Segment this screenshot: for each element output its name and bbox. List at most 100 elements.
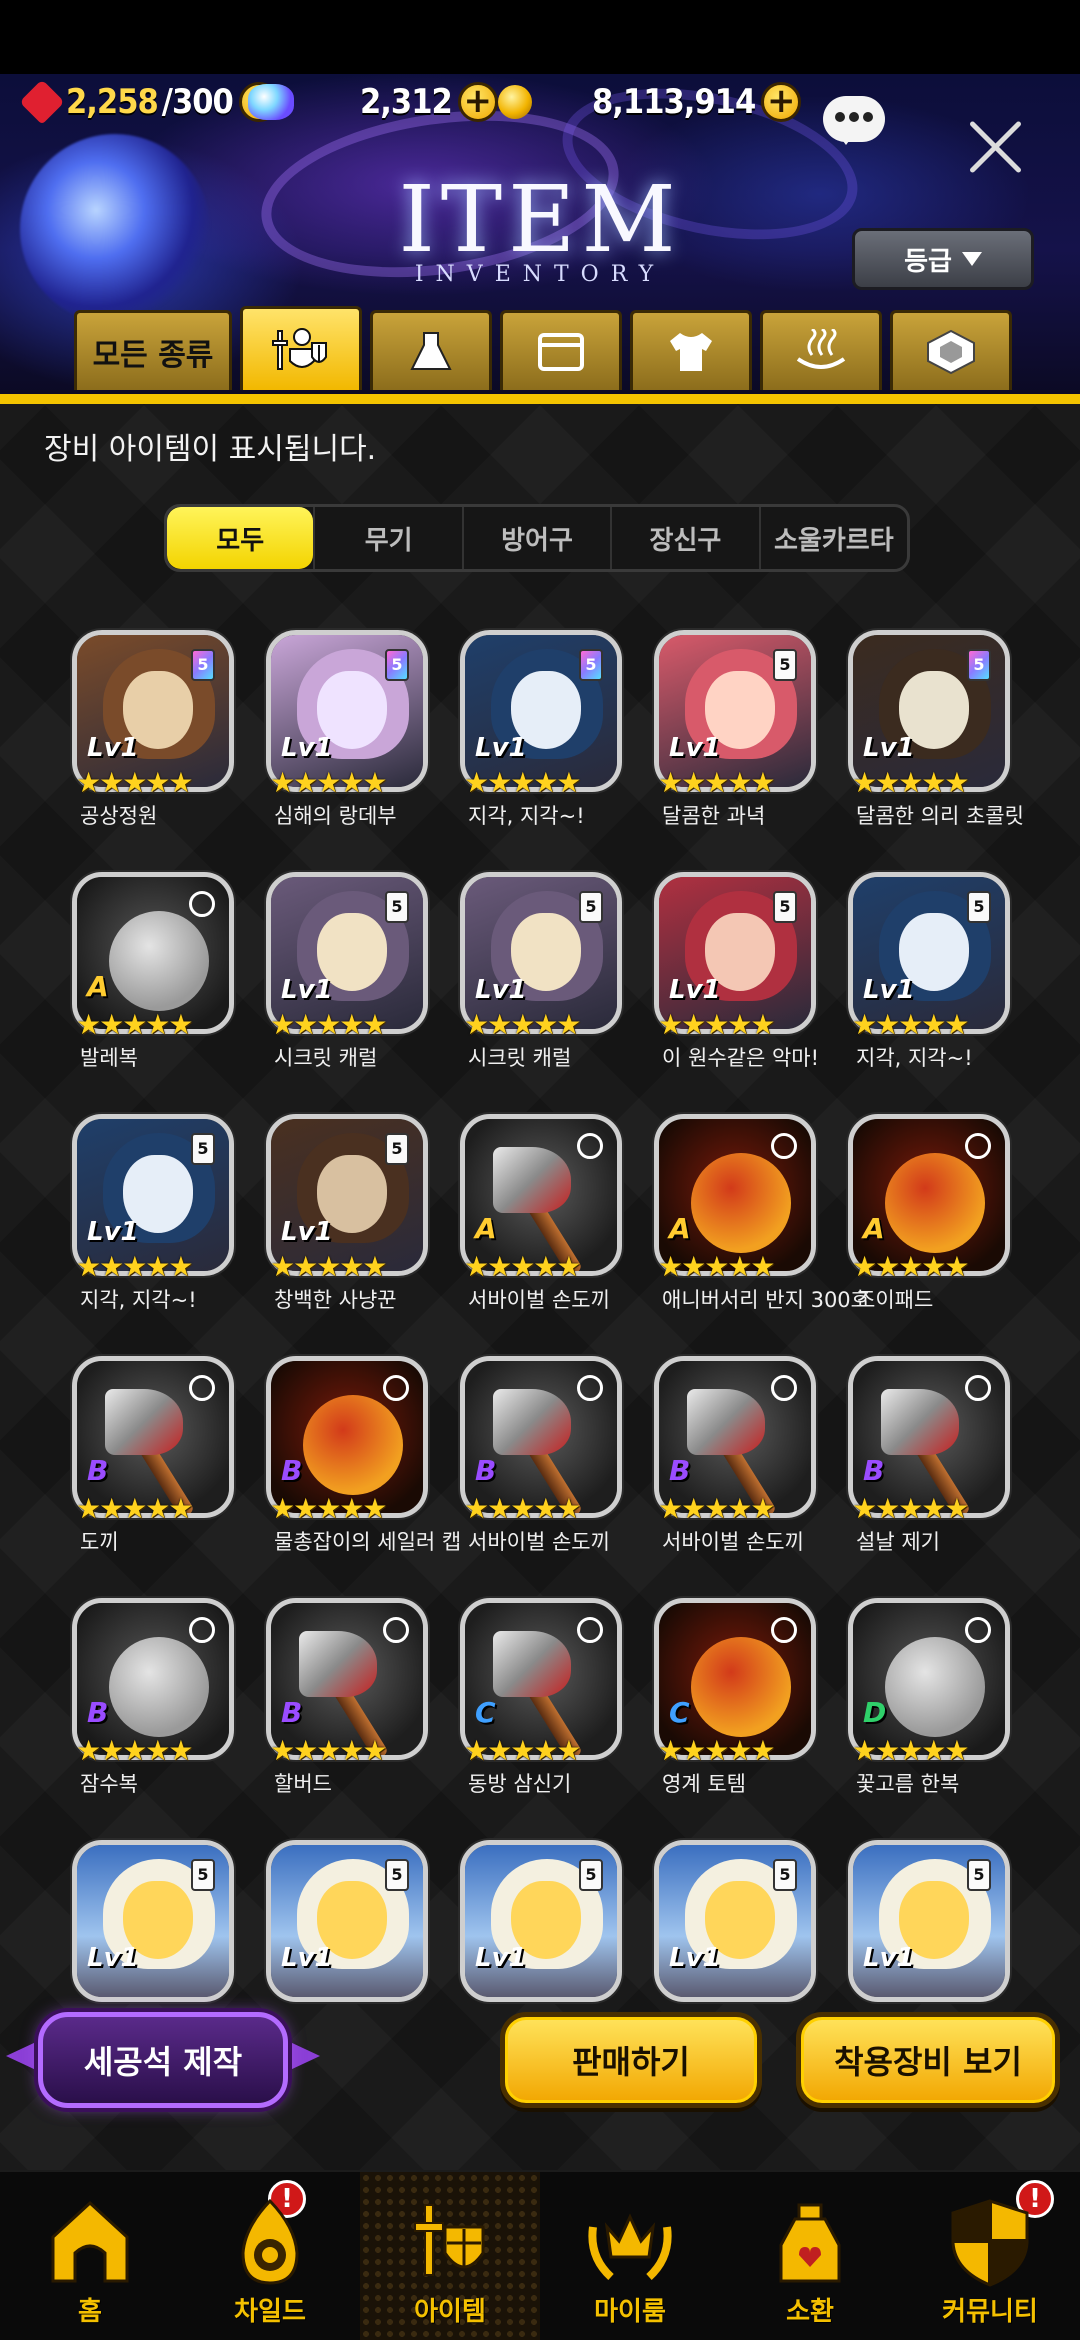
card-rarity-badge: 5 (191, 1859, 215, 1891)
tab-equipment[interactable] (240, 306, 362, 390)
card-rarity-badge: 5 (773, 891, 797, 923)
craft-gem-button[interactable]: 세공석 제작 (38, 2012, 288, 2108)
card-rarity-badge: 5 (385, 1133, 409, 1165)
item-object (691, 1637, 791, 1737)
nav-community[interactable]: ! 커뮤니티 (900, 2172, 1080, 2340)
inventory-item[interactable]: B ★★★★★ 할버드 (266, 1598, 436, 1798)
item-level: Lv1 (863, 975, 915, 1005)
add-gold-button[interactable]: + (761, 82, 802, 122)
item-object (885, 1637, 985, 1737)
tab-underline (0, 394, 1080, 404)
item-type-badge-icon (383, 1617, 409, 1643)
item-star-rating: ★★★★★ (76, 1492, 194, 1525)
chat-icon[interactable] (823, 96, 885, 145)
item-name: 꽃고름 한복 (856, 1772, 960, 1796)
item-grade: B (475, 1454, 497, 1487)
inventory-item[interactable]: 5 Lv1 ★★★★★ 이 원수같은 악마! (654, 872, 824, 1072)
potion-icon (779, 2203, 841, 2283)
weapon-blade (105, 1389, 183, 1455)
inventory-item[interactable]: A ★★★★★ 서바이벌 손도끼 (460, 1114, 630, 1314)
tab-emblem[interactable] (890, 310, 1012, 390)
item-grade: B (87, 1696, 109, 1729)
item-type-badge-icon (577, 1375, 603, 1401)
stamina-value: 2,258 (66, 82, 159, 122)
tab-spa[interactable] (760, 310, 882, 390)
nav-child[interactable]: ! 차일드 (180, 2172, 360, 2340)
inventory-item[interactable]: C ★★★★★ 동방 삼신기 (460, 1598, 630, 1798)
category-tabs: 모든 종류 (74, 306, 1012, 394)
inventory-item[interactable]: B ★★★★★ 설날 제기 (848, 1356, 1018, 1556)
card-rarity-badge: 5 (773, 649, 797, 681)
item-star-rating: ★★★★★ (852, 1492, 970, 1525)
status-bar (0, 0, 1080, 74)
inventory-item[interactable]: A ★★★★★ 애니버서리 반지 300호 (654, 1114, 870, 1314)
item-level: Lv1 (281, 733, 333, 763)
item-star-rating: ★★★★★ (464, 1734, 582, 1767)
inventory-item[interactable]: D ★★★★★ 꽃고름 한복 (848, 1598, 1018, 1798)
item-name: 설날 제기 (856, 1530, 940, 1554)
gem-counter: 2,312 + (248, 82, 498, 122)
card-rarity-badge: 5 (191, 649, 215, 681)
grade-sort-button[interactable]: 등급 (852, 228, 1034, 290)
item-grade: A (669, 1212, 691, 1245)
crown-icon (588, 2213, 672, 2280)
nav-item[interactable]: 아이템 (360, 2172, 540, 2340)
tab-consumables[interactable] (370, 310, 492, 390)
tab-all-types[interactable]: 모든 종류 (74, 310, 232, 390)
item-grade: C (475, 1696, 496, 1729)
item-level: Lv1 (669, 733, 721, 763)
sub-tab-accessory[interactable]: 장신구 (610, 507, 758, 569)
inventory-item[interactable]: B ★★★★★ 물총잡이의 세일러 캡 (266, 1356, 461, 1556)
item-level: Lv1 (475, 975, 527, 1005)
item-star-rating: ★★★★★ (852, 1008, 970, 1041)
inventory-item[interactable]: A ★★★★★ 발레복 (72, 872, 242, 1072)
sub-tab-armor[interactable]: 방어구 (461, 507, 610, 569)
item-star-rating: ★★★★★ (270, 1250, 388, 1283)
tab-cards[interactable] (500, 310, 622, 390)
inventory-item[interactable]: 5 Lv1 ★★★★★ 시크릿 캐럴 (266, 872, 436, 1072)
inventory-item[interactable]: 5 Lv1 ★★★★★ 달콤한 과녁 (654, 630, 824, 830)
inventory-item[interactable]: B ★★★★★ 서바이벌 손도끼 (654, 1356, 824, 1556)
view-equipped-button[interactable]: 착용장비 보기 (796, 2012, 1060, 2108)
card-rarity-badge: 5 (385, 891, 409, 923)
gold-counter: 8,113,914 + (498, 82, 802, 122)
item-object (303, 1395, 403, 1495)
nav-myroom[interactable]: 마이룸 (540, 2172, 720, 2340)
sell-button[interactable]: 판매하기 (500, 2012, 762, 2108)
inventory-item[interactable]: B ★★★★★ 서바이벌 손도끼 (460, 1356, 630, 1556)
inventory-item[interactable]: 5 Lv1 ★★★★★ 시크릿 캐럴 (460, 872, 630, 1072)
inventory-item[interactable]: C ★★★★★ 영계 토템 (654, 1598, 824, 1798)
sub-tab-weapon[interactable]: 무기 (313, 507, 461, 569)
item-level: Lv1 (669, 1943, 721, 1973)
card-rarity-badge: 5 (967, 1859, 991, 1891)
nav-item-label: 아이템 (414, 2297, 486, 2327)
emblem-icon (927, 329, 975, 374)
tab-costume[interactable] (630, 310, 752, 390)
item-grade: B (281, 1696, 303, 1729)
nav-home[interactable]: 홈 (0, 2172, 180, 2340)
add-gems-button[interactable]: + (457, 82, 498, 122)
sub-tab-soul-carta[interactable]: 소울카르타 (758, 507, 907, 569)
card-icon (538, 332, 584, 371)
inventory-item[interactable]: 5 Lv1 ★★★★★ 창백한 사냥꾼 (266, 1114, 436, 1314)
inventory-item[interactable]: B ★★★★★ 도끼 (72, 1356, 242, 1556)
inventory-item[interactable]: 5 Lv1 ★★★★★ 지각, 지각~! (460, 630, 630, 830)
inventory-item[interactable]: 5 Lv1 ★★★★★ 심해의 랑데부 (266, 630, 436, 830)
inventory-item[interactable]: 5 Lv1 ★★★★★ 지각, 지각~! (72, 1114, 242, 1314)
item-star-rating: ★★★★★ (464, 766, 582, 799)
item-type-badge-icon (965, 1617, 991, 1643)
item-star-rating: ★★★★★ (270, 1008, 388, 1041)
stamina-counter: 2,258 /300 + (19, 79, 279, 125)
inventory-item[interactable]: B ★★★★★ 잠수복 (72, 1598, 242, 1798)
inventory-item[interactable]: 5 Lv1 ★★★★★ 달콤한 의리 초콜릿 (848, 630, 1024, 830)
item-star-rating: ★★★★★ (76, 1008, 194, 1041)
inventory-item[interactable]: A ★★★★★ 조이패드 (848, 1114, 1018, 1314)
nav-summon[interactable]: 소환 (720, 2172, 900, 2340)
inventory-item[interactable]: 5 Lv1 ★★★★★ 지각, 지각~! (848, 872, 1018, 1072)
item-name: 지각, 지각~! (856, 1046, 973, 1070)
sub-tab-all[interactable]: 모두 (167, 507, 314, 569)
flask-icon (410, 331, 452, 370)
nav-myroom-label: 마이룸 (594, 2297, 666, 2327)
inventory-item[interactable]: 5 Lv1 ★★★★★ 공상정원 (72, 630, 242, 830)
item-sword-icon (414, 2204, 485, 2276)
